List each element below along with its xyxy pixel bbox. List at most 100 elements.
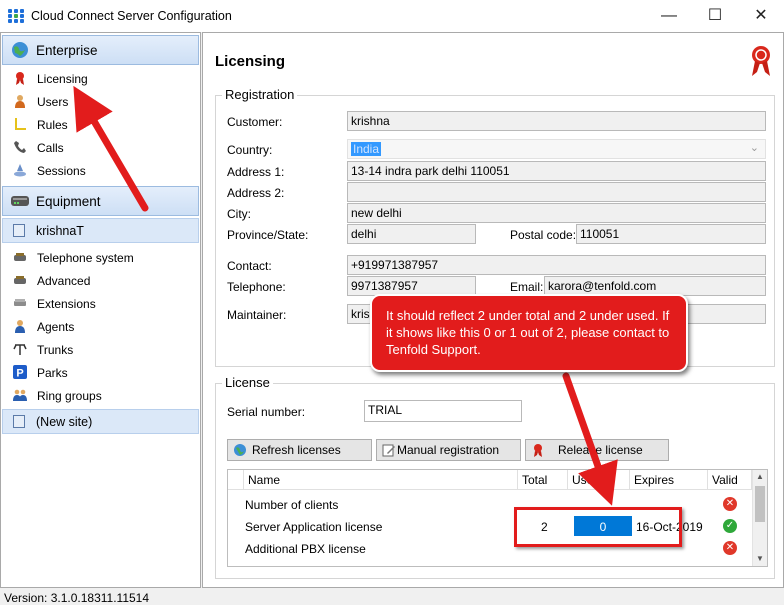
license-name: Number of clients [245,498,339,512]
minimize-button[interactable]: — [646,0,692,32]
equipment-section-label: Equipment [36,194,101,209]
enterprise-section-header[interactable]: Enterprise [2,35,199,65]
telephone-label: Telephone: [227,280,286,294]
sidebar-item-ring-groups[interactable]: Ring groups [2,385,199,407]
svg-text:P: P [16,368,23,380]
document-edit-icon [382,444,395,457]
equipment-section-header[interactable]: Equipment [2,186,199,216]
telephone-field[interactable]: 9971387957 [347,276,476,296]
server-icon [11,196,29,206]
serial-field[interactable]: TRIAL [364,400,522,422]
contact-label: Contact: [227,259,272,273]
version-text: Version: 3.1.0.18311.11514 [4,591,150,605]
sidebar-item-sessions[interactable]: Sessions [2,160,199,182]
chevron-down-icon: ⌄ [749,142,759,154]
sidebar-item-label: Licensing [37,72,88,86]
page-title: Licensing [215,53,286,70]
sidebar-item-label: Telephone system [37,251,134,265]
maintainer-label: Maintainer: [227,308,287,322]
license-table: Name Total Used Expires Valid Number of … [227,469,768,567]
release-license-button[interactable]: Release license [525,439,669,461]
sessions-icon [14,164,26,177]
app-window: Cloud Connect Server Configuration — ☐ ✕… [0,0,784,605]
address2-label: Address 2: [227,186,285,200]
sidebar-item-label: Advanced [37,274,91,288]
country-label: Country: [227,143,273,157]
country-select[interactable]: India ⌄ [347,139,766,159]
globe-icon [12,42,28,58]
sidebar-item-label: Parks [37,366,68,380]
address2-field[interactable] [347,182,766,202]
new-site-item[interactable]: (New site) [2,409,199,434]
new-site-icon [13,415,25,428]
scroll-up-icon[interactable]: ▲ [756,472,764,481]
agent-icon [15,320,25,333]
sidebar-item-agents[interactable]: Agents [2,316,199,338]
province-label: Province/State: [227,228,309,242]
sidebar-item-label: Ring groups [37,389,102,403]
registration-group-title: Registration [222,87,298,102]
serial-label: Serial number: [227,405,306,419]
navigation-pane: Enterprise Licensing Users Rules Calls S… [0,32,201,588]
customer-field[interactable]: krishna [347,111,766,131]
column-header-valid[interactable]: Valid [708,470,752,490]
sidebar-item-advanced[interactable]: Advanced [2,270,199,292]
sidebar-item-parks[interactable]: P Parks [2,362,199,384]
ring-groups-icon [13,389,27,401]
postal-field[interactable]: 110051 [576,224,766,244]
city-field[interactable]: new delhi [347,203,766,223]
sidebar-item-calls[interactable]: Calls [2,137,199,159]
column-header-expires[interactable]: Expires [630,470,708,490]
email-label: Email: [510,280,544,294]
address1-label: Address 1: [227,165,285,179]
annotation-callout: It should reflect 2 under total and 2 un… [370,294,688,372]
city-label: City: [227,207,251,221]
status-bar: Version: 3.1.0.18311.11514 [0,589,784,605]
invalid-x-icon: ✕ [723,497,737,511]
sidebar-item-rules[interactable]: Rules [2,114,199,136]
award-ribbon-icon [752,46,770,76]
table-scrollbar[interactable]: ▲ ▼ [752,470,767,566]
license-name: Server Application license [245,520,383,534]
province-field[interactable]: delhi [347,224,476,244]
scroll-down-icon[interactable]: ▼ [756,554,764,563]
column-header-name[interactable]: Name [244,470,518,490]
close-button[interactable]: ✕ [738,0,784,32]
license-group-title: License [222,375,273,390]
sidebar-item-extensions[interactable]: Extensions [2,293,199,315]
maximize-button[interactable]: ☐ [692,0,738,32]
address1-field[interactable]: 13-14 indra park delhi 110051 [347,161,766,181]
customer-label: Customer: [227,115,283,129]
globe-refresh-icon [234,444,246,456]
extensions-icon [14,299,26,306]
email-field[interactable]: karora@tenfold.com [544,276,766,296]
enterprise-section-label: Enterprise [36,43,98,58]
title-bar: Cloud Connect Server Configuration — ☐ ✕ [0,0,784,32]
sidebar-item-label: Trunks [37,343,74,357]
site-icon [13,224,25,237]
site-item-krishnat[interactable]: krishnaT [2,218,199,243]
refresh-licenses-button[interactable]: Refresh licenses [227,439,372,461]
parking-icon: P [13,365,27,379]
app-logo-icon [8,9,24,23]
advanced-icon [14,276,26,284]
sidebar-item-label: Users [37,95,69,109]
sidebar-item-users[interactable]: Users [2,91,199,113]
rules-icon [15,118,26,130]
column-header-used[interactable]: Used [568,470,630,490]
manual-registration-button[interactable]: Manual registration [376,439,521,461]
license-name: Additional PBX license [245,542,366,556]
sidebar-item-label: Calls [37,141,64,155]
highlight-box [514,507,682,547]
scrollbar-thumb[interactable] [755,486,765,522]
postal-label: Postal code: [510,228,577,242]
sidebar-item-licensing[interactable]: Licensing [2,68,199,90]
sidebar-item-label: Rules [37,118,68,132]
country-value: India [351,142,382,156]
column-header-total[interactable]: Total [518,470,568,490]
callout-text: It should reflect 2 under total and 2 un… [386,308,670,357]
contact-field[interactable]: +919971387957 [347,255,766,275]
sidebar-item-telephone-system[interactable]: Telephone system [2,247,199,269]
sidebar-item-trunks[interactable]: Trunks [2,339,199,361]
valid-check-icon: ✓ [723,519,737,533]
